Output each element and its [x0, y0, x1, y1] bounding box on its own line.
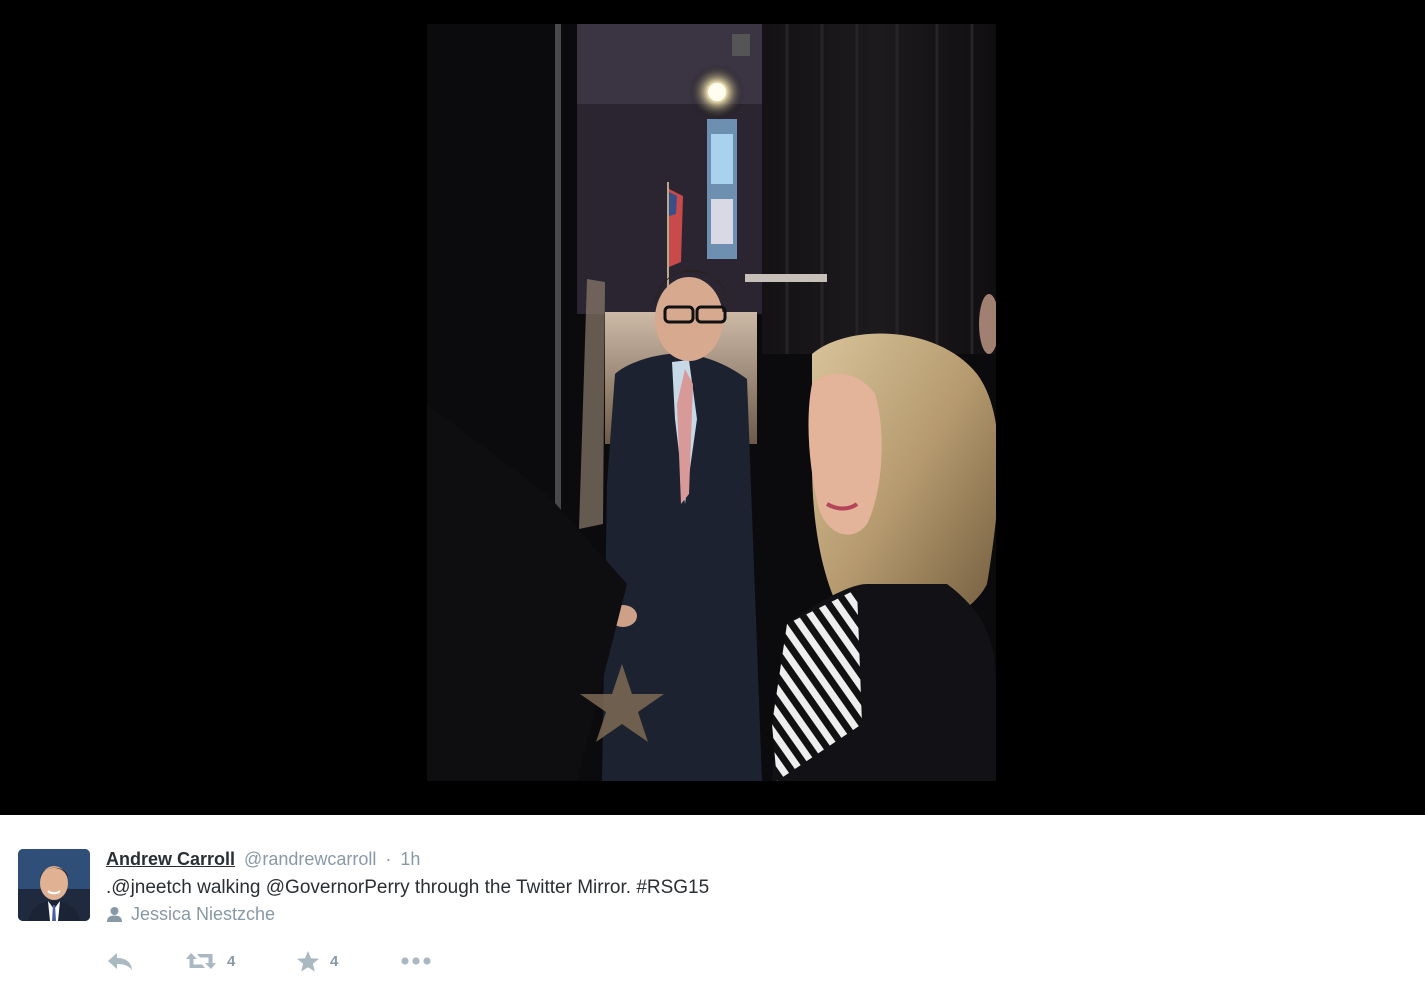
favorite-button[interactable]: 4	[296, 950, 400, 972]
more-button[interactable]	[400, 956, 440, 966]
tagged-person: Jessica Niestzche	[106, 903, 275, 925]
tagged-person-name[interactable]: Jessica Niestzche	[131, 903, 275, 925]
author-name[interactable]: Andrew Carroll	[106, 849, 235, 869]
star-icon	[297, 951, 319, 972]
reply-button[interactable]	[106, 951, 185, 971]
tweet-header: Andrew Carroll @randrewcarroll · 1h	[106, 848, 420, 870]
favorite-count: 4	[330, 952, 339, 970]
separator-dot: ·	[385, 849, 392, 869]
tweet-timestamp[interactable]: 1h	[400, 849, 420, 869]
tweet-text: .@jneetch walking @GovernorPerry through…	[106, 877, 710, 898]
tweet-photo[interactable]	[427, 24, 996, 781]
avatar[interactable]	[18, 849, 90, 921]
media-viewer	[0, 0, 1425, 815]
retweet-count: 4	[227, 952, 236, 970]
tweet-card: Andrew Carroll @randrewcarroll · 1h .@jn…	[0, 815, 1425, 1000]
person-icon	[107, 906, 122, 922]
more-dots-icon	[401, 957, 431, 965]
reply-icon	[108, 953, 132, 970]
retweet-button[interactable]: 4	[185, 950, 296, 972]
author-handle[interactable]: @randrewcarroll	[244, 849, 376, 869]
tweet-actions: 4 4	[106, 949, 440, 973]
retweet-icon	[186, 953, 216, 969]
